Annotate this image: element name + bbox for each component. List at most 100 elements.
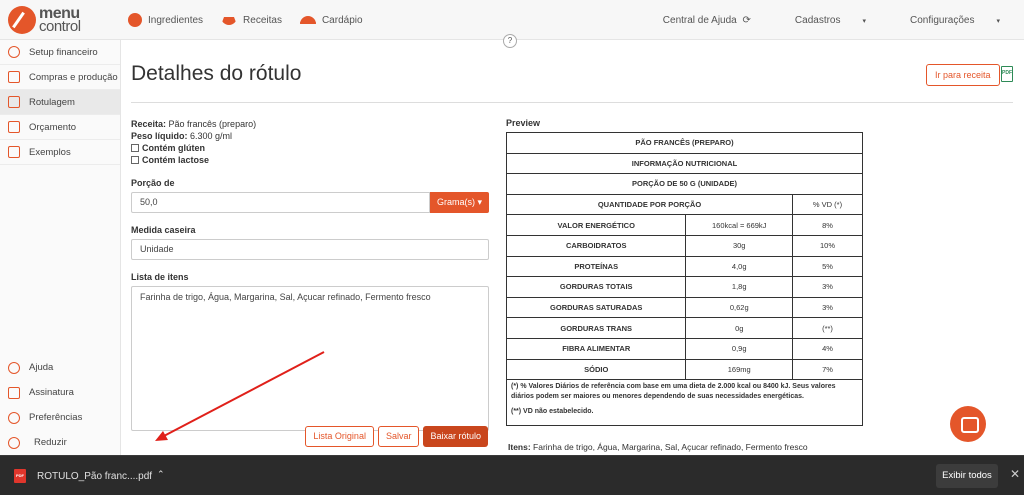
- money-icon: [8, 46, 20, 58]
- sidebar-item-orcamento[interactable]: Orçamento: [0, 115, 120, 140]
- sidebar-item-assinatura[interactable]: Assinatura: [0, 380, 121, 405]
- tomato-icon: [128, 13, 142, 27]
- nutrition-cell-qty: 0,62g: [685, 296, 793, 319]
- caret-down-icon: ▾: [996, 17, 1000, 25]
- exibir-todos-button[interactable]: Exibir todos: [936, 464, 998, 488]
- bowl-icon: [221, 15, 238, 25]
- nutrition-cell-name: SÓDIO: [505, 358, 687, 381]
- table-row: VALOR ENERGÉTICO 160kcal = 669kJ 8%: [505, 214, 863, 236]
- nutrition-cell-name: GORDURAS TOTAIS: [505, 276, 687, 298]
- main-content: Detalhes do rótulo Ir para receita PDF R…: [121, 40, 1024, 455]
- nutrition-cell-vd: 3%: [792, 296, 863, 319]
- examples-icon: [8, 146, 20, 158]
- sidebar-item-rotulagem[interactable]: Rotulagem: [0, 90, 120, 115]
- table-row: SÓDIO 169mg 7%: [505, 358, 863, 381]
- nutrition-cell-vd: (**): [792, 317, 863, 339]
- nutrition-table: PÃO FRANCÊS (PREPARO) INFORMAÇÃO NUTRICI…: [505, 132, 863, 381]
- sidebar-item-setup-financeiro[interactable]: Setup financeiro: [0, 40, 120, 65]
- help-center-link[interactable]: Central de Ajuda ⟳: [641, 15, 751, 26]
- medida-caseira-label: Medida caseira: [131, 225, 196, 235]
- preview-label: Preview: [506, 118, 541, 128]
- sidebar-item-exemplos[interactable]: Exemplos: [0, 140, 120, 165]
- table-row: GORDURAS TOTAIS 1,8g 3%: [505, 276, 863, 298]
- lista-original-button[interactable]: Lista Original: [305, 426, 374, 447]
- items-line: Itens: Farinha de trigo, Água, Margarina…: [508, 442, 808, 452]
- main-nav: Ingredientes Receitas Cardápio: [128, 0, 381, 40]
- budget-icon: [8, 121, 20, 133]
- baixar-rotulo-button[interactable]: Baixar rótulo: [423, 426, 488, 447]
- close-icon[interactable]: ✕: [1010, 467, 1020, 481]
- nav-ingredientes-label: Ingredientes: [148, 14, 204, 26]
- table-row: PORÇÃO DE 50 G (UNIDADE): [506, 173, 863, 195]
- configuracoes-dropdown[interactable]: Configurações ▾: [888, 15, 1000, 26]
- sidebar-item-compras[interactable]: Compras e produção: [0, 65, 120, 90]
- nutrition-cell-qty: 160kcal = 669kJ: [685, 214, 793, 236]
- porcao-input[interactable]: 50,0: [131, 192, 430, 213]
- chevron-up-icon[interactable]: ⌃: [157, 469, 165, 480]
- nutrition-footnote: (*) % Valores Diários de referência com …: [506, 378, 863, 426]
- nutrition-cell-vd: 4%: [792, 337, 863, 360]
- nav-ingredientes[interactable]: Ingredientes: [128, 13, 203, 27]
- table-row: GORDURAS TRANS 0g (**): [505, 317, 863, 339]
- sidebar: Setup financeiro Compras e produção Rotu…: [0, 40, 121, 455]
- nav-receitas[interactable]: Receitas: [221, 15, 282, 26]
- nutrition-cell-qty: 4,0g: [685, 255, 793, 278]
- salvar-button[interactable]: Salvar: [377, 426, 420, 447]
- table-row: PROTEÍNAS 4,0g 5%: [505, 255, 863, 278]
- menu-control-logo[interactable]: menu control: [8, 5, 81, 35]
- nav-receitas-label: Receitas: [243, 14, 282, 26]
- nutrition-cell-name: PROTEÍNAS: [505, 255, 687, 278]
- nutrition-cell-qty: 0,9g: [685, 337, 793, 360]
- pdf-file-icon: PDF: [14, 469, 26, 483]
- peso-info: Peso líquido: 6.300 g/ml: [131, 131, 233, 141]
- table-row: PÃO FRANCÊS (PREPARO): [506, 132, 863, 154]
- nutrition-cell-qty: 169mg: [685, 358, 793, 381]
- nutrition-cell-qty: 1,8g: [685, 276, 793, 298]
- lista-itens-label: Lista de itens: [131, 272, 189, 282]
- sidebar-item-preferencias[interactable]: Preferências: [0, 405, 121, 430]
- sync-icon: ⟳: [742, 14, 751, 26]
- lista-itens-textarea[interactable]: Farinha de trigo, Água, Margarina, Sal, …: [131, 286, 489, 431]
- nutrition-cell-name: GORDURAS TRANS: [505, 317, 687, 339]
- table-row: INFORMAÇÃO NUTRICIONAL: [506, 152, 863, 175]
- download-bar: PDF ROTULO_Pão franc....pdf ⌃ Exibir tod…: [0, 455, 1024, 495]
- receita-info: Receita: Pão francês (preparo): [131, 119, 257, 129]
- ir-para-receita-button[interactable]: Ir para receita: [926, 64, 1000, 86]
- card-icon: [8, 386, 20, 399]
- unit-dropdown-button[interactable]: Grama(s) ▾: [430, 192, 489, 213]
- nutrition-cell-vd: 7%: [792, 358, 863, 381]
- divider: [131, 102, 1013, 103]
- nav-right: Central de Ajuda ⟳ Cadastros ▾ Configuraç…: [619, 0, 1000, 40]
- porcao-label: Porção de: [131, 178, 175, 188]
- download-file-name[interactable]: ROTULO_Pão franc....pdf: [37, 471, 152, 482]
- nutrition-cell-qty: 0g: [685, 317, 793, 339]
- collapse-icon: [8, 436, 20, 449]
- page-title: Detalhes do rótulo: [131, 62, 302, 85]
- form-actions: Lista Original Salvar Baixar rótulo: [131, 426, 488, 447]
- sidebar-item-ajuda[interactable]: Ajuda: [0, 355, 121, 380]
- gluten-checkbox[interactable]: Contém glúten: [131, 142, 489, 154]
- nutrition-cell-vd: 8%: [792, 214, 863, 236]
- sidebar-item-reduzir[interactable]: Reduzir: [0, 430, 121, 455]
- chat-icon[interactable]: [950, 406, 986, 442]
- table-row: GORDURAS SATURADAS 0,62g 3%: [505, 296, 863, 319]
- label-icon: [8, 96, 20, 108]
- sidebar-bottom: Ajuda Assinatura Preferências Reduzir: [0, 355, 121, 455]
- lactose-checkbox[interactable]: Contém lactose: [131, 154, 489, 166]
- label-form: Receita: Pão francês (preparo) Peso líqu…: [131, 118, 489, 431]
- nutrition-cell-qty: 30g: [685, 234, 793, 257]
- nav-cardapio-label: Cardápio: [321, 14, 363, 26]
- pdf-export-icon[interactable]: PDF: [1001, 66, 1013, 82]
- table-row: QUANTIDADE POR PORÇÃO% VD (*): [506, 193, 863, 216]
- nutrition-cell-vd: 5%: [792, 255, 863, 278]
- nav-cardapio[interactable]: Cardápio: [299, 14, 363, 26]
- caret-down-icon: ▾: [862, 17, 866, 25]
- cadastros-dropdown[interactable]: Cadastros ▾: [773, 15, 866, 26]
- table-row: CARBOIDRATOS 30g 10%: [505, 234, 863, 257]
- nutrition-cell-vd: 10%: [792, 234, 863, 257]
- caret-down-icon: ▾: [477, 197, 483, 207]
- medida-caseira-input[interactable]: Unidade: [131, 239, 489, 260]
- cloche-icon: [299, 16, 316, 24]
- porcao-row: 50,0 Grama(s) ▾: [131, 192, 489, 213]
- clipboard-icon: [8, 71, 20, 83]
